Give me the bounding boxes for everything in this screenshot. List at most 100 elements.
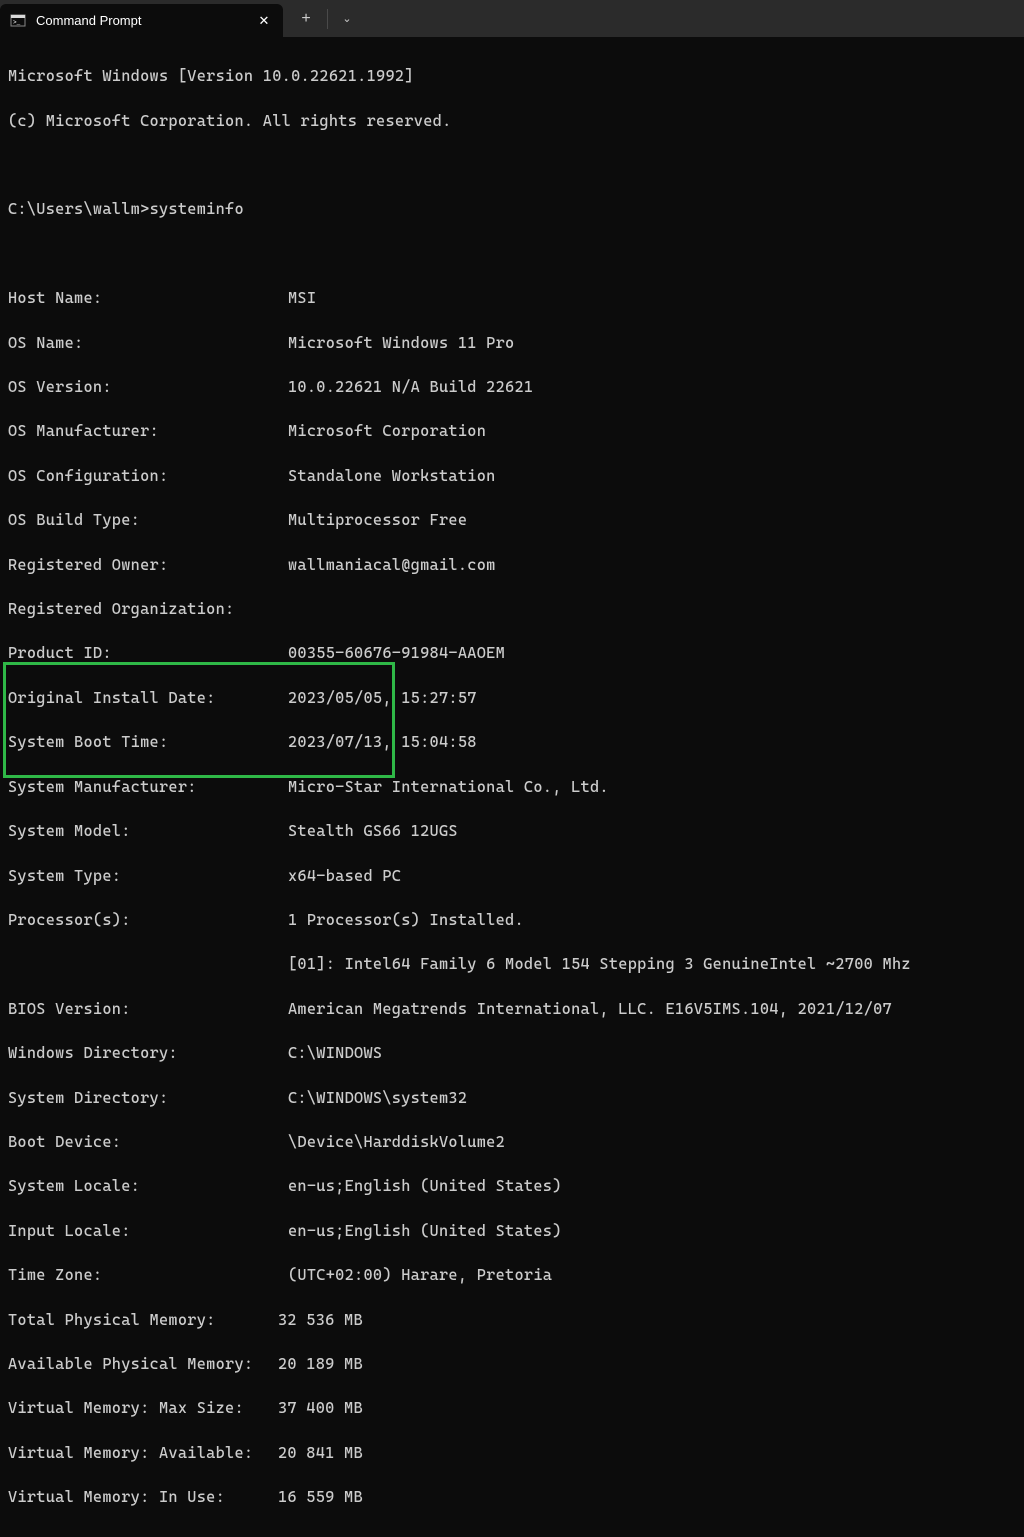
info-value: C:\WINDOWS — [288, 1044, 382, 1062]
info-row: Original Install Date:2023/05/05, 15:27:… — [8, 687, 1016, 709]
info-value: en-us;English (United States) — [288, 1177, 562, 1195]
info-row: OS Name:Microsoft Windows 11 Pro — [8, 332, 1016, 354]
info-label: Processor(s): — [8, 909, 288, 931]
info-label: OS Manufacturer: — [8, 420, 288, 442]
tab-controls: + ⌄ — [283, 0, 360, 37]
info-row: Input Locale:en-us;English (United State… — [8, 1220, 1016, 1242]
info-row: Total Physical Memory:32 536 MB — [8, 1309, 1016, 1331]
info-label: System Model: — [8, 820, 288, 842]
info-label: Available Physical Memory: — [8, 1353, 278, 1375]
info-row: Virtual Memory: In Use:16 559 MB — [8, 1486, 1016, 1508]
command-prompt-icon: >_ — [10, 13, 26, 29]
info-value: Microsoft Corporation — [288, 422, 486, 440]
info-label: OS Configuration: — [8, 465, 288, 487]
info-label: Registered Organization: — [8, 598, 288, 620]
new-tab-button[interactable]: + — [291, 10, 321, 28]
window-titlebar: >_ Command Prompt ✕ + ⌄ — [0, 0, 1024, 37]
info-value: 00355-60676-91984-AAOEM — [288, 644, 505, 662]
info-label: Product ID: — [8, 642, 288, 664]
info-value: MSI — [288, 289, 316, 307]
svg-text:>_: >_ — [13, 19, 21, 26]
info-row: OS Manufacturer:Microsoft Corporation — [8, 420, 1016, 442]
info-label: Input Locale: — [8, 1220, 288, 1242]
info-label: Total Physical Memory: — [8, 1309, 278, 1331]
info-row: Windows Directory:C:\WINDOWS — [8, 1042, 1016, 1064]
info-row: Product ID:00355-60676-91984-AAOEM — [8, 642, 1016, 664]
info-label: System Boot Time: — [8, 731, 288, 753]
info-label: System Type: — [8, 865, 288, 887]
info-label: OS Build Type: — [8, 509, 288, 531]
info-value: 1 Processor(s) Installed. — [288, 911, 524, 929]
info-label: Virtual Memory: Max Size: — [8, 1397, 278, 1419]
divider — [327, 9, 328, 29]
header-line: (c) Microsoft Corporation. All rights re… — [8, 110, 1016, 132]
info-row: System Type:x64-based PC — [8, 865, 1016, 887]
info-value: Micro-Star International Co., Ltd. — [288, 778, 609, 796]
info-label: Virtual Memory: In Use: — [8, 1486, 278, 1508]
terminal-output[interactable]: Microsoft Windows [Version 10.0.22621.19… — [0, 37, 1024, 1537]
info-label: System Manufacturer: — [8, 776, 288, 798]
info-row: Registered Owner:wallmaniacal@gmail.com — [8, 554, 1016, 576]
info-value: Multiprocessor Free — [288, 511, 467, 529]
info-label: Windows Directory: — [8, 1042, 288, 1064]
info-value: Microsoft Windows 11 Pro — [288, 334, 515, 352]
info-row: System Boot Time:2023/07/13, 15:04:58 — [8, 731, 1016, 753]
info-row: System Locale:en-us;English (United Stat… — [8, 1175, 1016, 1197]
header-line: Microsoft Windows [Version 10.0.22621.19… — [8, 65, 1016, 87]
prompt-command: systeminfo — [150, 200, 244, 218]
info-row: BIOS Version:American Megatrends Interna… — [8, 998, 1016, 1020]
info-row: Available Physical Memory:20 189 MB — [8, 1353, 1016, 1375]
info-value: Stealth GS66 12UGS — [288, 822, 458, 840]
info-label: System Directory: — [8, 1087, 288, 1109]
info-label: Host Name: — [8, 287, 288, 309]
prompt-path: C:\Users\wallm> — [8, 200, 150, 218]
info-value: en-us;English (United States) — [288, 1222, 562, 1240]
info-value: American Megatrends International, LLC. … — [288, 1000, 892, 1018]
info-value: 37 400 MB — [278, 1399, 363, 1417]
info-value: 20 841 MB — [278, 1444, 363, 1462]
info-value: 32 536 MB — [278, 1311, 363, 1329]
info-row: System Directory:C:\WINDOWS\system32 — [8, 1087, 1016, 1109]
info-row: Registered Organization: — [8, 598, 1016, 620]
info-value: C:\WINDOWS\system32 — [288, 1089, 467, 1107]
info-label: Registered Owner: — [8, 554, 288, 576]
blank-line — [8, 154, 1016, 176]
info-value: x64-based PC — [288, 867, 401, 885]
info-row: System Manufacturer:Micro-Star Internati… — [8, 776, 1016, 798]
info-value: 2023/05/05, 15:27:57 — [288, 689, 477, 707]
info-value: (UTC+02:00) Harare, Pretoria — [288, 1266, 552, 1284]
info-row: Virtual Memory: Max Size:37 400 MB — [8, 1397, 1016, 1419]
info-label: System Locale: — [8, 1175, 288, 1197]
info-row: OS Version:10.0.22621 N/A Build 22621 — [8, 376, 1016, 398]
info-row: Host Name:MSI — [8, 287, 1016, 309]
info-label: Virtual Memory: Available: — [8, 1442, 278, 1464]
info-row: Processor(s):1 Processor(s) Installed. — [8, 909, 1016, 931]
info-row: Time Zone:(UTC+02:00) Harare, Pretoria — [8, 1264, 1016, 1286]
info-row: OS Configuration:Standalone Workstation — [8, 465, 1016, 487]
info-value: 16 559 MB — [278, 1488, 363, 1506]
info-row: OS Build Type:Multiprocessor Free — [8, 509, 1016, 531]
info-value: \Device\HarddiskVolume2 — [288, 1133, 505, 1151]
info-label: Original Install Date: — [8, 687, 288, 709]
info-label: Boot Device: — [8, 1131, 288, 1153]
info-value: 10.0.22621 N/A Build 22621 — [288, 378, 533, 396]
prompt-line: C:\Users\wallm>systeminfo — [8, 198, 1016, 220]
info-label: OS Version: — [8, 376, 288, 398]
info-label: OS Name: — [8, 332, 288, 354]
info-value: 20 189 MB — [278, 1355, 363, 1373]
info-value: Standalone Workstation — [288, 467, 496, 485]
blank-line — [8, 243, 1016, 265]
info-label: BIOS Version: — [8, 998, 288, 1020]
info-value: wallmaniacal@gmail.com — [288, 556, 496, 574]
chevron-down-icon[interactable]: ⌄ — [334, 12, 360, 25]
close-icon[interactable]: ✕ — [255, 13, 273, 29]
info-value: 2023/07/13, 15:04:58 — [288, 733, 477, 751]
tab-title: Command Prompt — [36, 13, 245, 28]
info-value: [01]: Intel64 Family 6 Model 154 Steppin… — [288, 955, 911, 973]
info-row: System Model:Stealth GS66 12UGS — [8, 820, 1016, 842]
terminal-tab[interactable]: >_ Command Prompt ✕ — [0, 4, 283, 37]
info-row: Virtual Memory: Available:20 841 MB — [8, 1442, 1016, 1464]
info-label: Time Zone: — [8, 1264, 288, 1286]
info-row: Boot Device:\Device\HarddiskVolume2 — [8, 1131, 1016, 1153]
info-row: [01]: Intel64 Family 6 Model 154 Steppin… — [8, 953, 1016, 975]
